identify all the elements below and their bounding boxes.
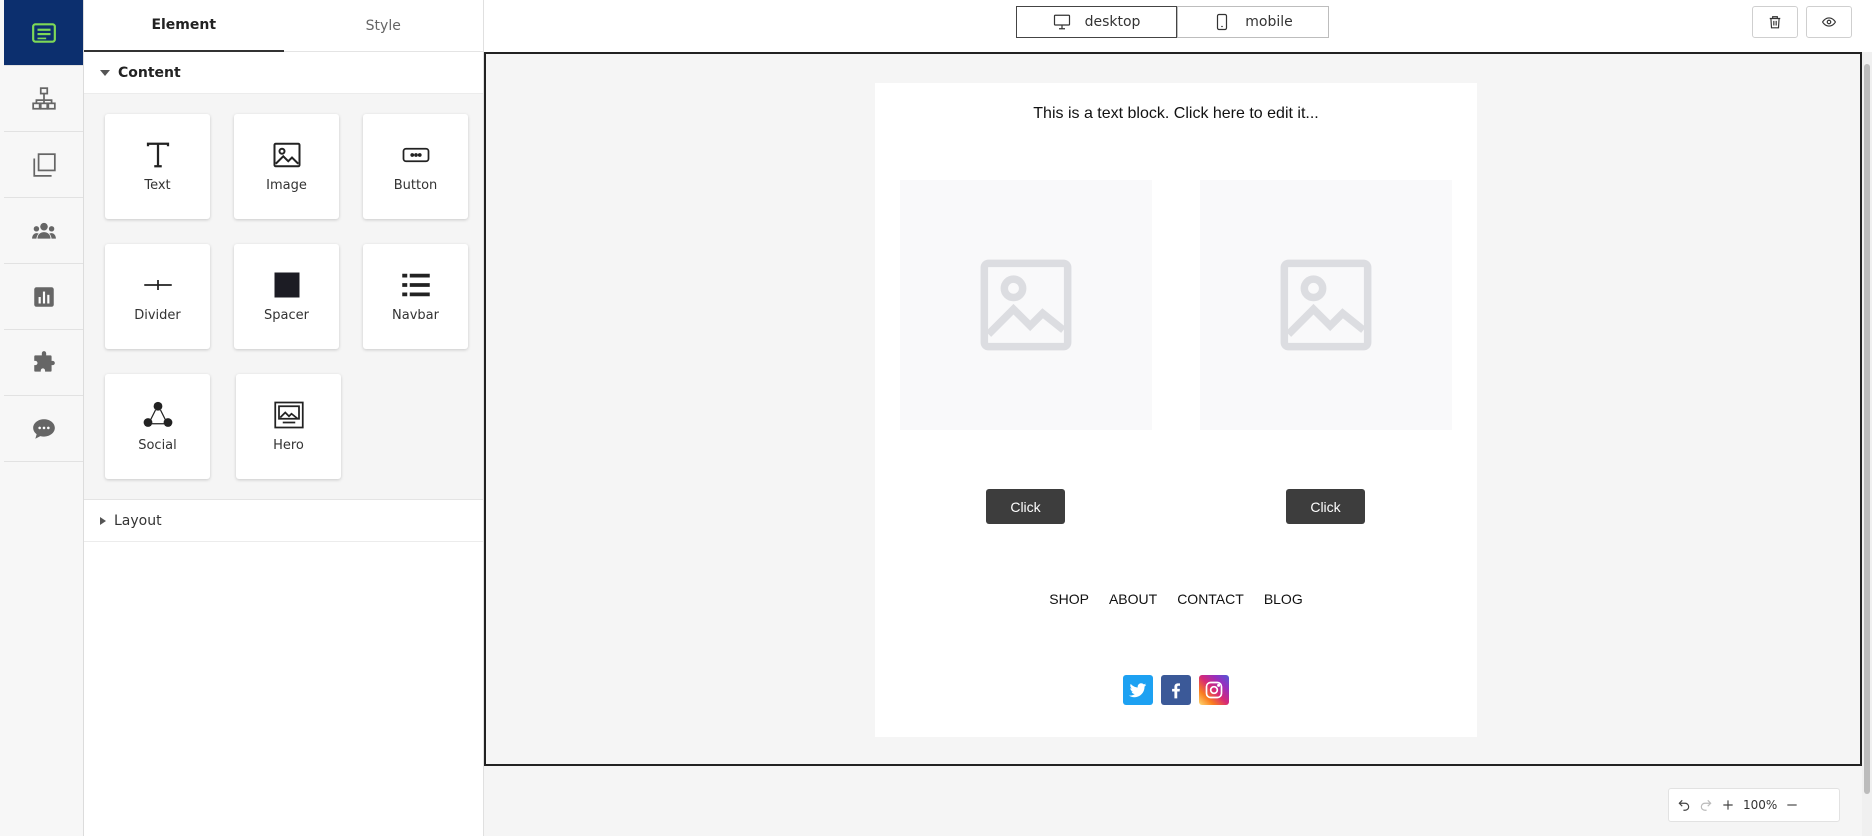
editor-canvas[interactable]: This is a text block. Click here to edit… (484, 52, 1862, 766)
rail-item-comments[interactable] (4, 396, 83, 462)
mobile-icon (1217, 13, 1228, 31)
zoom-in-button[interactable] (1721, 798, 1735, 812)
block-text[interactable]: Text (105, 114, 210, 219)
redo-icon (1700, 799, 1712, 811)
email-cta-button[interactable]: Click (986, 489, 1065, 524)
scrollbar-thumb[interactable] (1864, 64, 1870, 794)
email-template-icon (31, 22, 56, 43)
chart-icon (33, 286, 54, 307)
left-nav-rail (0, 0, 84, 836)
caret-down-icon (100, 69, 110, 76)
block-spacer[interactable]: Spacer (234, 244, 339, 349)
top-toolbar: desktop mobile (484, 0, 1872, 52)
caret-right-icon (100, 516, 106, 525)
tab-style[interactable]: Style (284, 0, 484, 52)
divider-icon (143, 280, 172, 290)
image-icon (273, 142, 300, 168)
content-blocks-grid: Text Image Button Divider Spacer Navbar … (84, 94, 483, 500)
rail-item-pages[interactable] (4, 132, 83, 198)
twitter-link[interactable] (1123, 675, 1153, 705)
device-desktop-button[interactable]: desktop (1016, 6, 1177, 38)
device-desktop-label: desktop (1084, 14, 1141, 30)
block-label: Navbar (392, 308, 439, 323)
block-image[interactable]: Image (234, 114, 339, 219)
facebook-link[interactable] (1161, 675, 1191, 705)
redo-button[interactable] (1699, 798, 1713, 812)
block-label: Divider (134, 308, 181, 323)
image-placeholder[interactable] (900, 180, 1152, 430)
rail-item-email-template[interactable] (4, 0, 83, 66)
minus-icon (1787, 804, 1797, 806)
device-mobile-button[interactable]: mobile (1177, 6, 1329, 38)
zoom-level: 100% (1743, 798, 1778, 812)
block-label: Image (266, 178, 307, 193)
block-label: Social (138, 438, 177, 453)
device-mobile-label: mobile (1245, 14, 1293, 30)
social-icon (143, 401, 172, 427)
button-icon (402, 147, 429, 163)
email-cta-button[interactable]: Click (1286, 489, 1365, 524)
text-icon (146, 142, 169, 168)
block-label: Hero (273, 438, 304, 453)
block-label: Spacer (264, 308, 309, 323)
facebook-icon (1172, 683, 1180, 699)
spacer-icon (274, 272, 299, 298)
block-divider[interactable]: Divider (105, 244, 210, 349)
panel-tabs: Element Style (84, 0, 483, 52)
layout-section-label: Layout (114, 512, 162, 529)
nav-link-blog[interactable]: BLOG (1264, 591, 1303, 607)
email-body[interactable]: This is a text block. Click here to edit… (875, 83, 1477, 737)
zoom-out-button[interactable] (1785, 798, 1799, 812)
canvas-scrollbar[interactable] (1862, 52, 1872, 836)
users-icon (31, 222, 56, 239)
desktop-icon (1053, 14, 1070, 30)
eye-icon (1822, 17, 1836, 27)
rail-item-analytics[interactable] (4, 264, 83, 330)
tab-element[interactable]: Element (84, 0, 284, 52)
image-placeholder-icon (980, 259, 1072, 351)
content-section-header[interactable]: Content (84, 52, 483, 94)
block-button[interactable]: Button (363, 114, 468, 219)
sitemap-icon (31, 86, 56, 110)
content-section-label: Content (118, 64, 181, 81)
zoom-controls: 100% (1668, 788, 1840, 822)
undo-icon (1678, 799, 1690, 811)
navbar-icon (401, 273, 430, 297)
block-hero[interactable]: Hero (236, 374, 341, 479)
pages-icon (32, 152, 56, 177)
nav-link-about[interactable]: ABOUT (1109, 591, 1157, 607)
email-social-icons (875, 675, 1477, 705)
delete-button[interactable] (1752, 6, 1798, 38)
preview-button[interactable] (1806, 6, 1852, 38)
puzzle-icon (33, 350, 55, 372)
rail-item-plugins[interactable] (4, 330, 83, 396)
layout-section-header[interactable]: Layout (84, 500, 483, 542)
trash-icon (1769, 16, 1781, 29)
instagram-icon (1205, 681, 1223, 699)
nav-link-shop[interactable]: SHOP (1049, 591, 1089, 607)
block-navbar[interactable]: Navbar (363, 244, 468, 349)
instagram-link[interactable] (1199, 675, 1229, 705)
rail-item-sitemap[interactable] (4, 66, 83, 132)
image-placeholder[interactable] (1200, 180, 1452, 430)
image-placeholder-icon (1280, 259, 1372, 351)
chat-icon (32, 418, 55, 439)
rail-item-users[interactable] (4, 198, 83, 264)
undo-button[interactable] (1677, 798, 1691, 812)
block-label: Text (144, 178, 171, 193)
block-social[interactable]: Social (105, 374, 210, 479)
block-label: Button (393, 178, 438, 193)
elements-panel: Element Style Content Text Image Button … (84, 0, 484, 836)
twitter-icon (1128, 683, 1147, 698)
plus-icon (1723, 800, 1733, 810)
nav-link-contact[interactable]: CONTACT (1177, 591, 1244, 607)
email-text-block[interactable]: This is a text block. Click here to edit… (875, 105, 1477, 123)
hero-icon (273, 401, 304, 429)
email-navbar: SHOP ABOUT CONTACT BLOG (875, 591, 1477, 607)
